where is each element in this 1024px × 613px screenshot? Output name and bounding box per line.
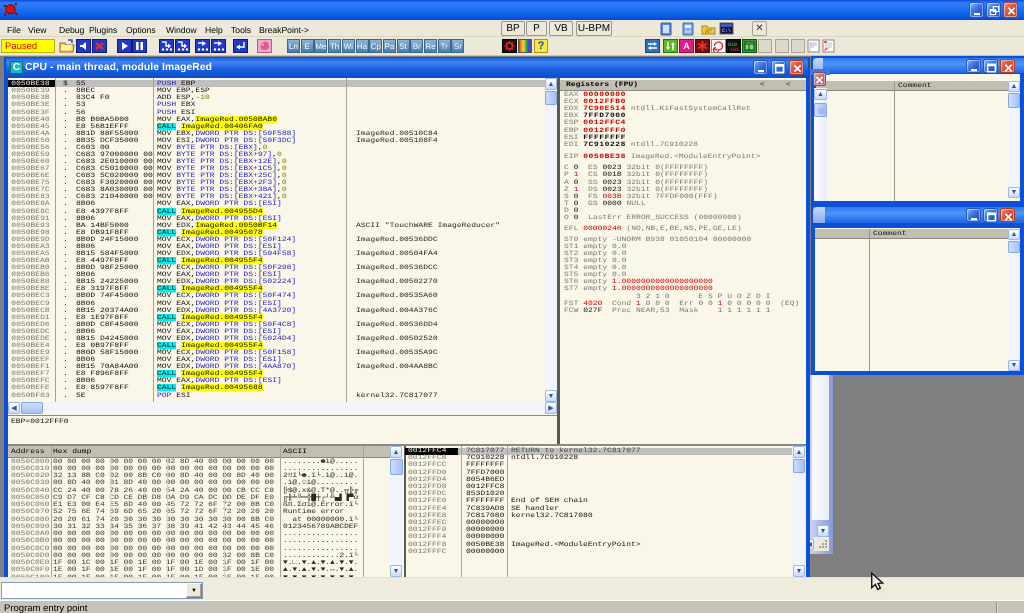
svg-text:101: 101 xyxy=(730,47,739,52)
svg-text:C:\: C:\ xyxy=(722,28,731,34)
